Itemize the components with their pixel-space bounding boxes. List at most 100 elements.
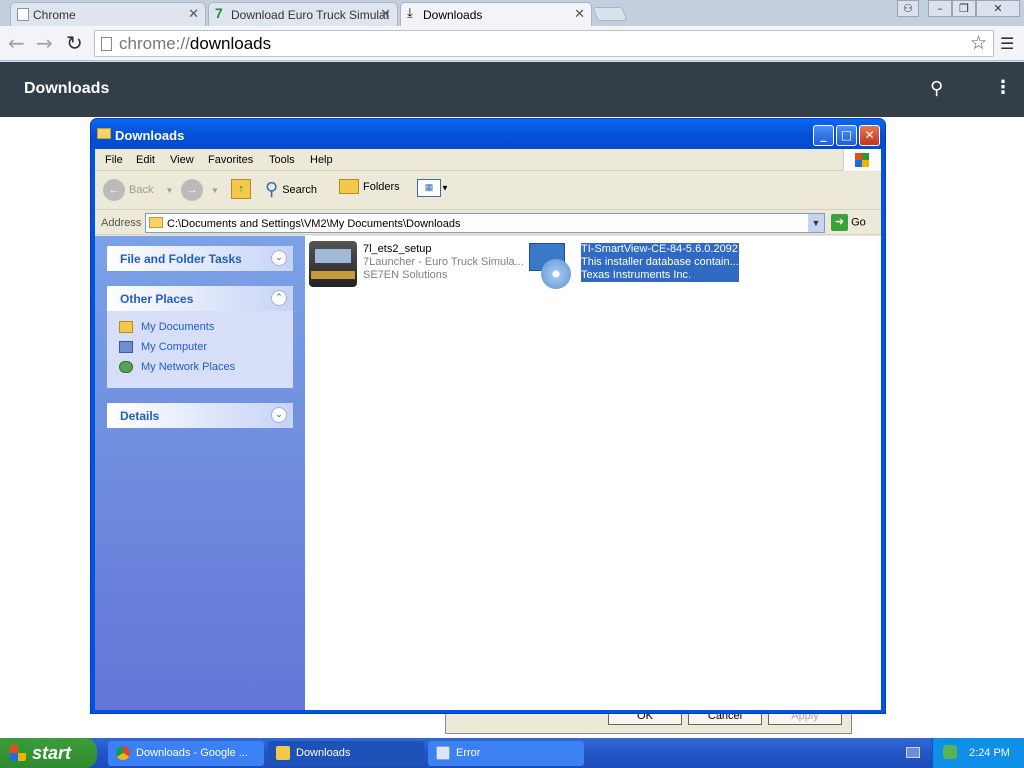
new-tab-button[interactable] [592, 7, 628, 21]
back-label: Back [129, 184, 154, 196]
link-my-documents[interactable]: My Documents [119, 321, 215, 334]
keyboard-icon[interactable] [906, 747, 920, 758]
forward-arrow-icon[interactable]: → [36, 31, 53, 55]
restore-button[interactable]: ❐ [952, 0, 976, 17]
menu-file[interactable]: File [105, 154, 123, 166]
windows-flag-icon [10, 745, 26, 761]
up-folder-icon: ↑ [231, 179, 251, 199]
menu-tools[interactable]: Tools [269, 154, 295, 166]
minimize-button[interactable]: _ [813, 125, 834, 146]
installer-icon [527, 241, 575, 289]
forward-button[interactable]: → ▼ [181, 179, 219, 203]
window-icon [436, 746, 450, 760]
taskbar-item-error[interactable]: Error [428, 741, 584, 766]
url-path: downloads [189, 34, 272, 53]
link-my-network-places[interactable]: My Network Places [119, 361, 236, 374]
explorer-window: Downloads _ □ ✕ File Edit View Favorites… [90, 118, 886, 714]
menu-edit[interactable]: Edit [136, 154, 155, 166]
file-name: TI-SmartView-CE-84-5.6.0.2092 [581, 243, 739, 256]
tab-strip: Chrome ✕ 7 Download Euro Truck Simulat ✕… [0, 0, 1024, 26]
explorer-toolbar: ← Back ▼ → ▼ ↑ ⚲ Search Folders ▦ ▼ [95, 172, 881, 210]
collapse-chevron-icon[interactable]: ⌃ [271, 290, 287, 306]
browser-toolbar: ← → ↻ chrome://downloads ☆ ☰ [0, 26, 1024, 61]
search-label: Search [282, 183, 318, 196]
chrome-menu-icon[interactable]: ☰ [1000, 34, 1014, 53]
system-tray: 2:24 PM [932, 738, 1024, 768]
dropdown-arrow-icon: ▼ [441, 183, 449, 193]
explorer-title-bar[interactable]: Downloads _ □ ✕ [91, 119, 885, 149]
tab-downloads[interactable]: ⤓ Downloads ✕ [400, 2, 592, 26]
tab-close-icon[interactable]: ✕ [188, 6, 199, 22]
panel-header[interactable]: Other Places ⌃ [107, 286, 293, 311]
panel-header[interactable]: File and Folder Tasks ⌄ [107, 246, 293, 271]
panel-header[interactable]: Details ⌄ [107, 403, 293, 428]
taskbar-item-chrome[interactable]: Downloads - Google ... [108, 741, 264, 766]
tab-chrome[interactable]: Chrome ✕ [10, 2, 206, 26]
up-folder-button[interactable]: ↑ [231, 179, 251, 203]
link-my-computer[interactable]: My Computer [119, 341, 208, 354]
profile-icon[interactable]: ⚇ [897, 0, 919, 17]
back-button[interactable]: ← Back ▼ [103, 179, 173, 203]
views-icon: ▦ [417, 179, 441, 197]
panel-file-folder-tasks: File and Folder Tasks ⌄ [107, 246, 293, 271]
folder-icon [119, 321, 133, 334]
back-arrow-icon[interactable]: ← [8, 31, 25, 55]
start-button[interactable]: start [0, 738, 97, 768]
link-label: My Documents [141, 321, 215, 333]
url-scheme: chrome:// [119, 34, 190, 53]
disc-shape [541, 259, 571, 289]
chrome-icon [116, 746, 130, 760]
expand-chevron-icon[interactable]: ⌄ [271, 407, 287, 423]
taskbar-item-downloads[interactable]: Downloads [268, 741, 424, 766]
taskbar: start Downloads - Google ... Downloads E… [0, 738, 1024, 768]
panel-title: File and Folder Tasks [120, 252, 242, 266]
address-bar[interactable]: chrome://downloads ☆ [94, 30, 994, 57]
search-button[interactable]: ⚲ Search [265, 179, 317, 203]
network-tray-icon[interactable] [943, 745, 957, 759]
more-options-icon[interactable]: ⋮ [994, 77, 1012, 98]
search-icon: ⚲ [265, 179, 279, 199]
chevron-down-icon[interactable]: ▼ [808, 214, 824, 232]
folders-label: Folders [363, 180, 400, 193]
dropdown-arrow-icon: ▼ [211, 185, 219, 195]
menu-help[interactable]: Help [310, 154, 333, 166]
close-window-button[interactable]: ✕ [976, 0, 1020, 17]
tab-title: Downloads [423, 8, 483, 22]
folders-button[interactable]: Folders [339, 179, 400, 203]
file-name: 7l_ets2_setup [363, 243, 432, 255]
dropdown-arrow-icon: ▼ [165, 185, 174, 195]
close-button[interactable]: ✕ [859, 125, 880, 146]
file-company: SE7EN Solutions [363, 269, 448, 281]
file-company: Texas Instruments Inc. [581, 269, 739, 282]
reload-icon[interactable]: ↻ [66, 31, 83, 55]
truck-icon [309, 241, 357, 287]
tab-close-icon[interactable]: ✕ [380, 6, 391, 22]
address-input[interactable]: C:\Documents and Settings\VM2\My Documen… [145, 213, 825, 233]
link-label: My Computer [141, 341, 208, 353]
window-title: Downloads [115, 128, 185, 143]
bookmark-star-icon[interactable]: ☆ [970, 32, 987, 55]
panel-details: Details ⌄ [107, 403, 293, 428]
go-button[interactable]: ➜ Go [831, 214, 866, 231]
chrome-frame: Chrome ✕ 7 Download Euro Truck Simulat ✕… [0, 0, 1024, 62]
minimize-button[interactable]: – [928, 0, 952, 17]
back-arrow-icon: ← [103, 179, 125, 201]
folder-icon [149, 217, 163, 228]
panel-title: Details [120, 409, 160, 423]
views-button[interactable]: ▦ ▼ [417, 179, 449, 203]
tab-euro-truck[interactable]: 7 Download Euro Truck Simulat ✕ [208, 2, 398, 26]
menu-view[interactable]: View [170, 154, 194, 166]
tab-close-icon[interactable]: ✕ [574, 6, 585, 22]
search-icon[interactable]: ⚲ [930, 78, 943, 99]
start-label: start [32, 743, 72, 763]
tab-title: Chrome [33, 8, 76, 22]
expand-chevron-icon[interactable]: ⌄ [271, 250, 287, 266]
page-icon [17, 8, 29, 21]
windows-logo [843, 149, 881, 171]
downloads-header: Downloads ⚲ ⋮ [0, 62, 1024, 117]
menu-favorites[interactable]: Favorites [208, 154, 253, 166]
maximize-button[interactable]: □ [836, 125, 857, 146]
clock: 2:24 PM [969, 747, 1010, 759]
folder-icon [276, 746, 290, 760]
link-label: My Network Places [141, 361, 236, 373]
